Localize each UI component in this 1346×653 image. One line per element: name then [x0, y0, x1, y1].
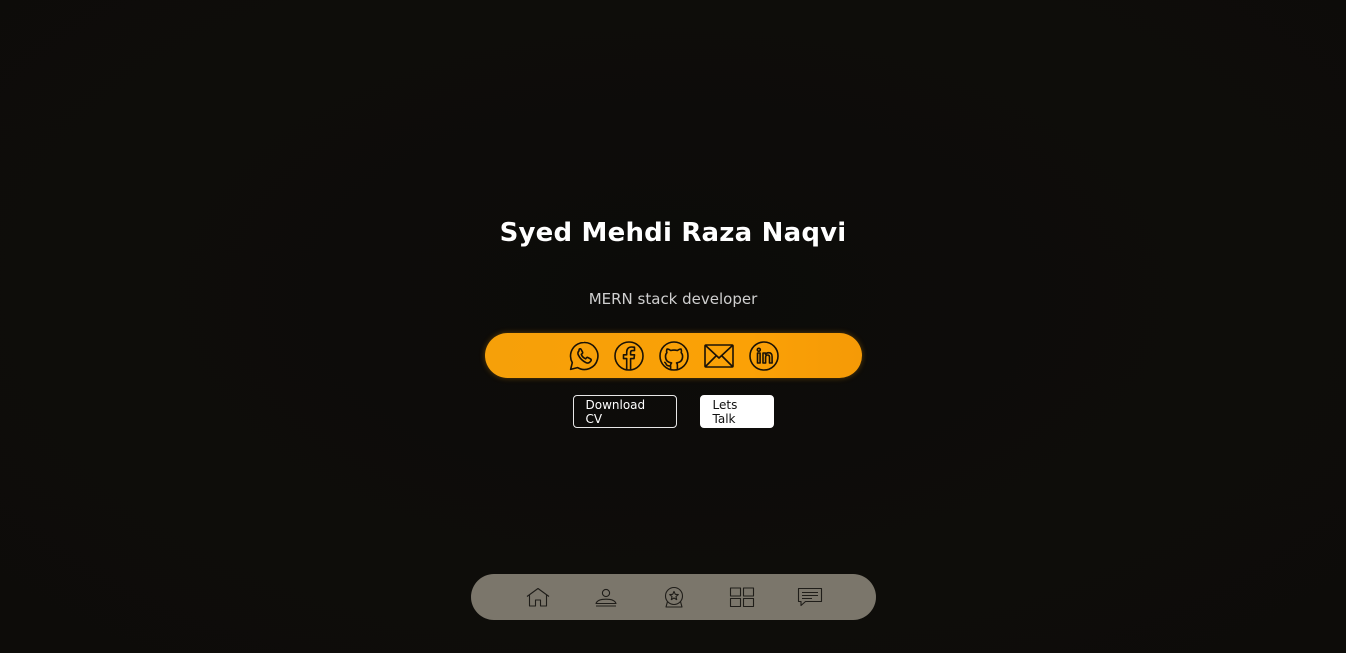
user-icon	[594, 588, 617, 607]
portfolio-page: Syed Mehdi Raza Naqvi MERN stack develop…	[0, 0, 1346, 653]
whatsapp-link[interactable]	[568, 340, 600, 372]
home-icon	[526, 587, 549, 607]
nav-item-about[interactable]	[591, 582, 621, 612]
hero-role: MERN stack developer	[588, 290, 758, 308]
github-link[interactable]	[658, 340, 690, 372]
nav-item-contact[interactable]	[795, 582, 825, 612]
bottom-navigation	[471, 574, 876, 620]
mail-link[interactable]	[703, 340, 735, 372]
lets-talk-button[interactable]: Lets Talk	[699, 395, 774, 428]
hero-name: Syed Mehdi Raza Naqvi	[499, 218, 847, 248]
nav-item-portfolio[interactable]	[727, 582, 757, 612]
nav-item-experience[interactable]	[659, 582, 689, 612]
portfolio-grid-icon	[729, 587, 754, 608]
nav-item-home[interactable]	[523, 582, 553, 612]
message-icon	[797, 587, 822, 607]
mail-icon	[703, 343, 734, 368]
linkedin-link[interactable]	[748, 340, 780, 372]
cta-row: Download CV Lets Talk	[0, 395, 1346, 428]
whatsapp-icon	[569, 341, 599, 370]
facebook-icon	[613, 340, 644, 371]
social-links-bar	[485, 333, 862, 378]
github-icon	[658, 340, 689, 371]
linkedin-icon	[748, 340, 779, 371]
facebook-link[interactable]	[613, 340, 645, 372]
award-icon	[664, 586, 683, 608]
download-cv-button[interactable]: Download CV	[572, 395, 677, 428]
